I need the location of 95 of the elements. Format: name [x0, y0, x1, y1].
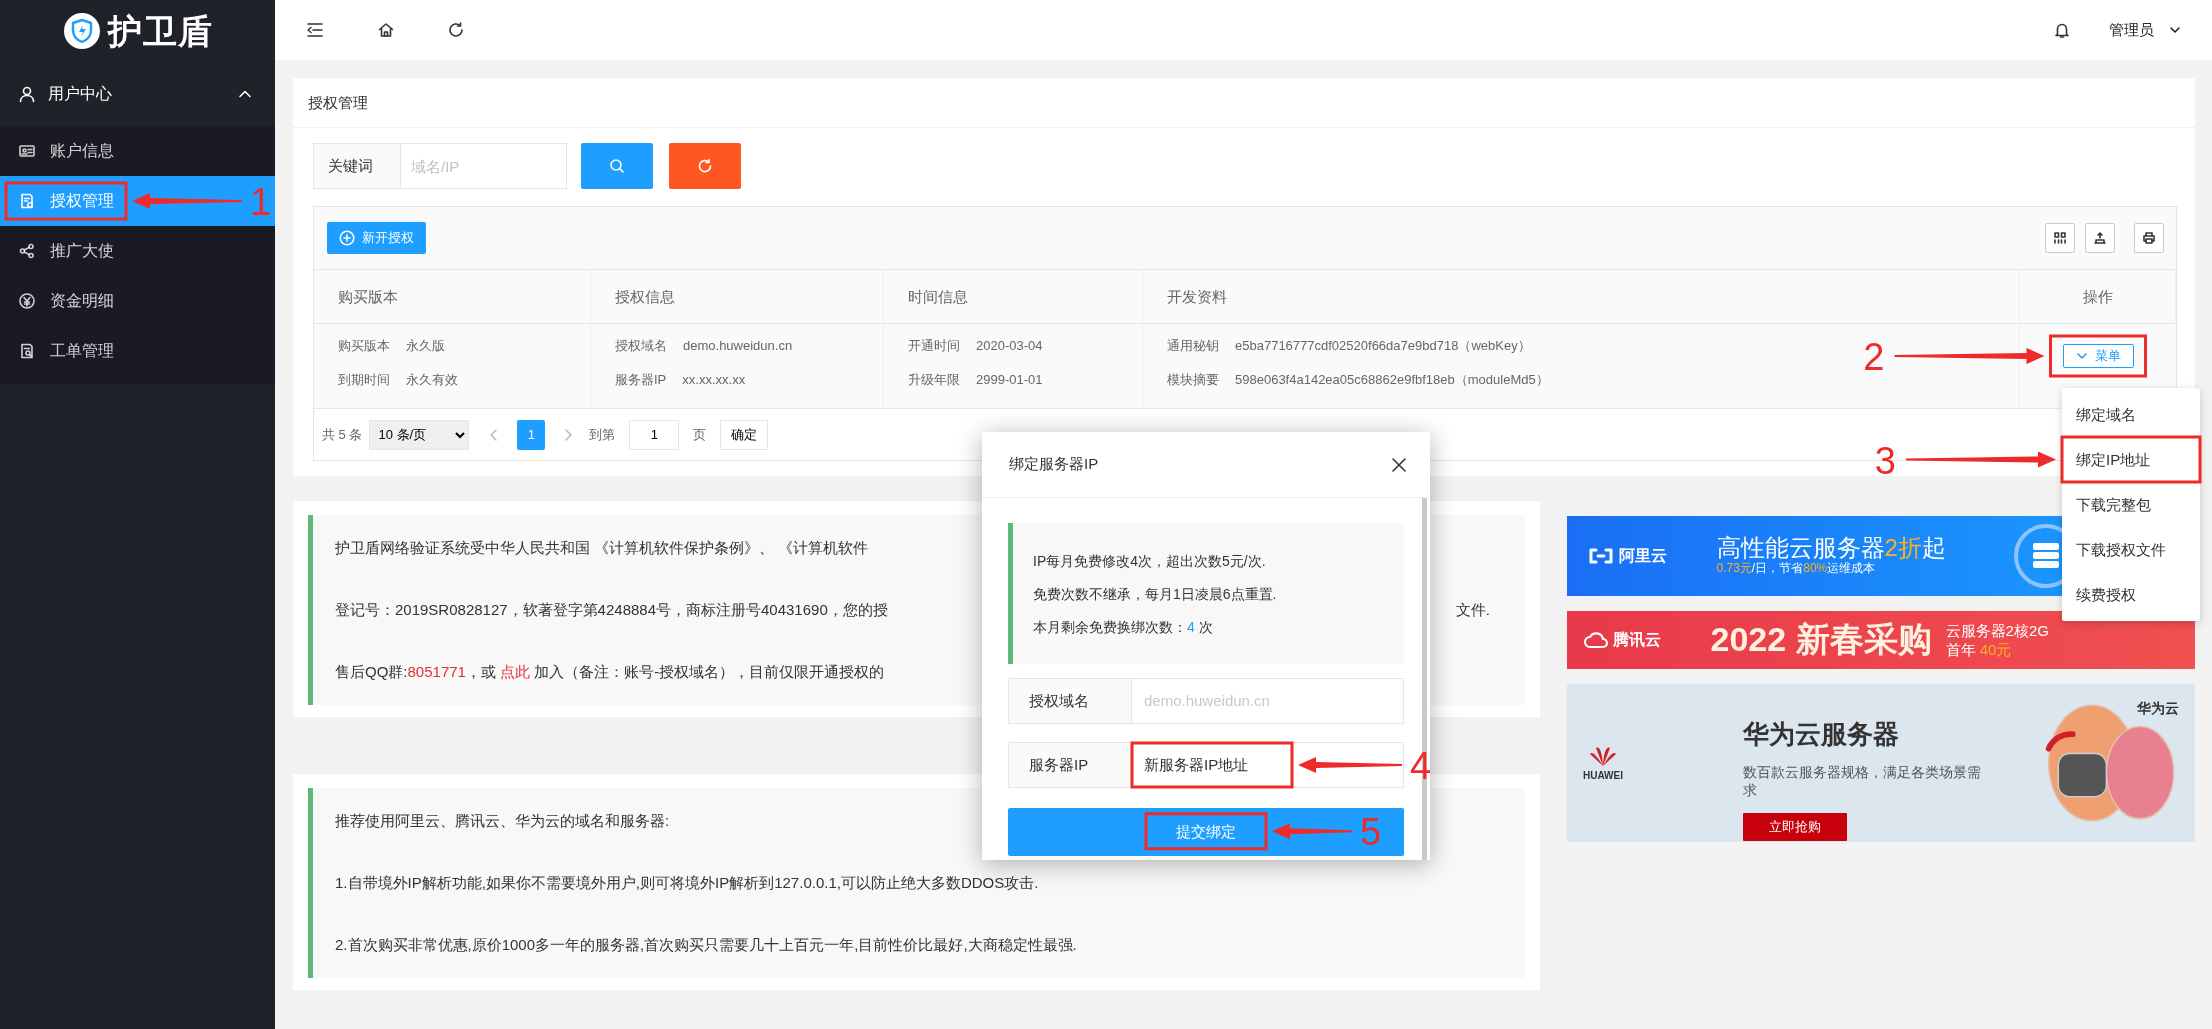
- cell-label: 开通时间: [908, 337, 960, 355]
- join-link[interactable]: 点此: [500, 663, 531, 680]
- column-header: 时间信息: [884, 270, 1143, 324]
- ad-subtitle: 首年 40元: [1945, 640, 2013, 660]
- panel-title: 授权管理: [293, 78, 2195, 128]
- ad-subtitle: 数百款云服务器规格，满足各类场景需求: [1743, 762, 1982, 799]
- print-button[interactable]: [2134, 223, 2164, 253]
- cell-label: 通用秘钥: [1167, 337, 1219, 355]
- annotation-number: 4: [1410, 745, 1432, 787]
- brand-name: HUAWEI: [1583, 768, 1623, 783]
- brand-name: 阿里云: [1618, 546, 1667, 566]
- brand-name: 华为云: [2137, 699, 2179, 718]
- columns-icon: [2052, 230, 2068, 246]
- column-header: 开发资料: [1143, 270, 2020, 324]
- cell-value: xx.xx.xx.xx: [682, 371, 746, 389]
- confirm-button[interactable]: 确定: [720, 419, 769, 450]
- refresh-icon: [697, 158, 713, 174]
- notice-text: 售后QQ群:8051771，或 点此 加入（备注：账号-授权域名），目前仅限开通授权的: [335, 662, 885, 682]
- sidebar-item[interactable]: 工单管理: [0, 326, 275, 376]
- annotation-number: 2: [1863, 336, 1885, 378]
- page-size-select[interactable]: 10 条/页: [369, 419, 470, 450]
- notice-text: 1.自带境外IP解析功能,如果你不需要境外用户,则可将境外IP解析到127.0.0.1,可以防止绝大多数DDOS攻击.: [335, 873, 1039, 893]
- info-text: 免费次数不继承，每月1日凌晨6点重置.: [1033, 585, 1278, 604]
- cell-label: 购买版本: [338, 337, 390, 355]
- sidebar-item[interactable]: 账户信息: [0, 126, 275, 176]
- ad-headline: 高性能云服务器2折起: [1716, 535, 1946, 562]
- export-button[interactable]: [2085, 223, 2115, 253]
- field-label: 授权域名: [1008, 678, 1132, 724]
- cell-label: 服务器IP: [615, 371, 667, 389]
- home-icon[interactable]: [377, 21, 395, 39]
- search-icon: [609, 158, 625, 174]
- close-button[interactable]: [1390, 455, 1408, 474]
- goto-label: 到第: [589, 425, 616, 444]
- cell-value: 598e063f4a142ea05c68862e9fbf18eb（moduleMd5）: [1235, 371, 1549, 389]
- cell-value: 永久有效: [406, 371, 458, 389]
- dialog-title: 绑定服务器IP: [1009, 454, 1100, 475]
- notice-text: 登记号：2019SR0828127，软著登字第4248884号，商标注册号40431690，您的授: [335, 600, 888, 620]
- bell-icon[interactable]: [2053, 21, 2071, 39]
- sidebar-item[interactable]: 推广大使: [0, 226, 275, 276]
- yen-circle-icon: [18, 292, 36, 310]
- search-label: 关键词: [313, 143, 401, 189]
- refresh-icon[interactable]: [447, 21, 465, 39]
- info-text: 本月剩余免费换绑次数：4 次: [1033, 618, 1214, 637]
- cell-value: 2999-01-01: [976, 371, 1043, 389]
- print-icon: [2141, 230, 2157, 246]
- cloud-logo-icon: [1583, 630, 1609, 650]
- user-icon: [18, 85, 36, 103]
- column-header: 购买版本: [314, 270, 591, 324]
- ad-banner[interactable]: HUAWEI 华为云服务器 数百款云服务器规格，满足各类场景需求 立即抢购 华为云: [1567, 684, 2195, 842]
- menu-item[interactable]: 绑定域名: [2062, 392, 2200, 437]
- notice-text: 护卫盾网络验证系统受中华人民共和国 《计算机软件保护条例》、 《计算机软件: [335, 538, 869, 558]
- total-count: 共 5 条: [322, 425, 363, 444]
- buy-button[interactable]: 立即抢购: [1743, 812, 1847, 841]
- id-card-icon: [18, 142, 36, 160]
- notice-text: 文件.: [1455, 600, 1490, 620]
- cell-label: 模块摘要: [1167, 371, 1219, 389]
- cell-value: 永久版: [406, 337, 445, 355]
- menu-item[interactable]: 绑定IP地址: [2062, 437, 2200, 482]
- notice-text: 2.首次购买非常优惠,原价1000多一年的服务器,首次购买只需要几十上百元一年,目前性价比最好,大商稳定性最强.: [335, 935, 1077, 955]
- annotation-number: 3: [1874, 439, 1896, 482]
- search-field[interactable]: 域名/IP: [401, 143, 567, 189]
- menu-fold-icon[interactable]: [305, 20, 325, 40]
- chevron-down-icon: [2075, 350, 2088, 362]
- page-unit: 页: [693, 425, 707, 444]
- column-header: 授权信息: [591, 270, 884, 324]
- cell-value: 2020-03-04: [976, 337, 1043, 355]
- columns-button[interactable]: [2045, 223, 2075, 253]
- annotation-number: 1: [250, 181, 272, 223]
- cell-label: 升级年限: [908, 371, 960, 389]
- plus-circle-icon: [339, 230, 355, 246]
- export-icon: [2092, 230, 2108, 246]
- annotation-number: 5: [1360, 811, 1382, 854]
- cell-value: e5ba7716777cdf02520f66da7e9bd718（webKey）: [1235, 337, 1531, 355]
- bracket-logo-icon: [1587, 547, 1615, 565]
- share-icon: [18, 242, 36, 260]
- cell-label: 到期时间: [338, 371, 390, 389]
- shield-logo-icon: [62, 12, 101, 50]
- document-check-icon: [18, 192, 36, 210]
- sidebar-item[interactable]: 资金明细: [0, 276, 275, 326]
- info-text: IP每月免费修改4次，超出次数5元/次.: [1033, 552, 1267, 571]
- document-search-icon: [18, 342, 36, 360]
- brand-name: 腾讯云: [1612, 630, 1661, 650]
- cell-label: 授权域名: [615, 337, 667, 355]
- column-header: 操作: [2020, 270, 2176, 324]
- cell-value: demo.huweidun.cn: [683, 337, 793, 355]
- logo-text: 护卫盾: [107, 14, 213, 48]
- ad-subtitle: 云服务器2核2G: [1945, 620, 2049, 640]
- notice-text: 推荐使用阿里云、腾讯云、华为云的域名和服务器:: [335, 811, 670, 831]
- ad-subtitle: 0.73元/日，节省80%运维成本: [1716, 561, 1877, 577]
- menu-group-header[interactable]: 用户中心: [0, 62, 275, 126]
- user-menu[interactable]: 管理员: [2109, 18, 2182, 42]
- ad-headline: 2022 新春采购: [1710, 621, 1932, 659]
- ad-headline: 华为云服务器: [1743, 720, 1900, 749]
- field-label: 服务器IP: [1008, 742, 1132, 788]
- page-input[interactable]: 1: [629, 419, 680, 450]
